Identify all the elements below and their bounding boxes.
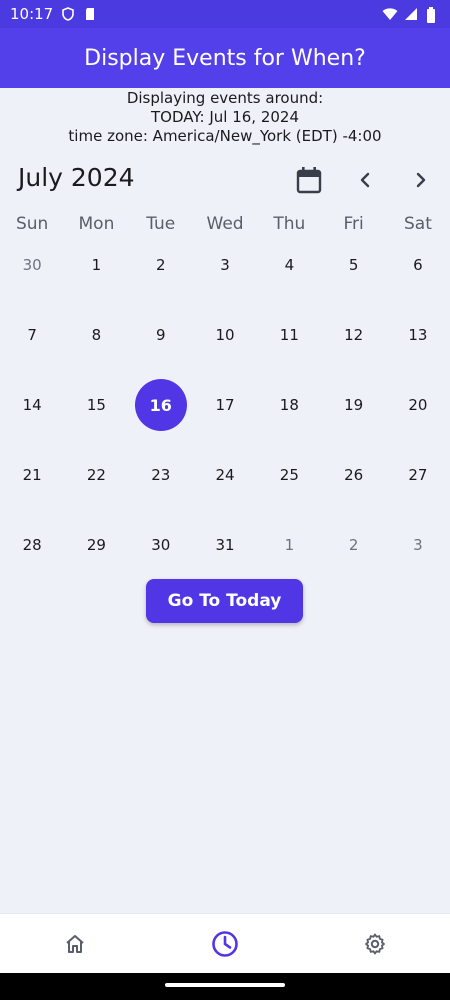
- calendar-day[interactable]: 3: [193, 230, 257, 300]
- wifi-icon: [382, 7, 398, 21]
- calendar-day[interactable]: 22: [64, 440, 128, 510]
- battery-icon: [426, 7, 440, 23]
- home-icon[interactable]: [45, 914, 105, 974]
- calendar-day[interactable]: 3: [386, 510, 450, 580]
- timezone-info: Displaying events around: TODAY: Jul 16,…: [0, 88, 450, 146]
- app-bar: Display Events for When?: [0, 28, 450, 88]
- calendar-day[interactable]: 10: [193, 300, 257, 370]
- status-bar: 10:17: [0, 0, 450, 28]
- calendar-day[interactable]: 17: [193, 370, 257, 440]
- calendar-day[interactable]: 27: [386, 440, 450, 510]
- calendar-day[interactable]: 18: [257, 370, 321, 440]
- gesture-bar: [0, 973, 450, 1000]
- info-line-2: TODAY: Jul 16, 2024: [150, 108, 299, 126]
- chevron-right-icon[interactable]: [408, 167, 434, 193]
- calendar-day[interactable]: 29: [64, 510, 128, 580]
- calendar-day[interactable]: 30: [0, 230, 64, 300]
- calendar-day[interactable]: 6: [386, 230, 450, 300]
- sd-card-icon: [83, 7, 97, 21]
- calendar-day[interactable]: 20: [386, 370, 450, 440]
- signal-icon: [404, 7, 418, 21]
- calendar-day[interactable]: 26: [321, 440, 385, 510]
- clock-icon[interactable]: [195, 914, 255, 974]
- app-title: Display Events for When?: [84, 45, 366, 71]
- calendar-grid: 30 1 2 3 4 5 6 7 8 9 10 11 12 13 14 15 1…: [0, 230, 450, 580]
- calendar-day[interactable]: 7: [0, 300, 64, 370]
- calendar-day[interactable]: 2: [129, 230, 193, 300]
- calendar-icon[interactable]: [294, 165, 324, 195]
- settings-icon[interactable]: [345, 914, 405, 974]
- calendar-day[interactable]: 31: [193, 510, 257, 580]
- calendar-day[interactable]: 19: [321, 370, 385, 440]
- chevron-left-icon[interactable]: [352, 167, 378, 193]
- calendar-day[interactable]: 14: [0, 370, 64, 440]
- calendar-day[interactable]: 9: [129, 300, 193, 370]
- info-line-3: time zone: America/New_York (EDT) -4:00: [68, 127, 382, 145]
- calendar-day[interactable]: 13: [386, 300, 450, 370]
- gesture-handle[interactable]: [165, 983, 285, 987]
- calendar-day[interactable]: 8: [64, 300, 128, 370]
- go-to-today-button[interactable]: Go To Today: [146, 579, 303, 623]
- calendar-day-selected[interactable]: 16: [129, 370, 193, 440]
- calendar-day[interactable]: 25: [257, 440, 321, 510]
- calendar-day[interactable]: 24: [193, 440, 257, 510]
- calendar-day[interactable]: 5: [321, 230, 385, 300]
- calendar-day[interactable]: 1: [64, 230, 128, 300]
- calendar-day[interactable]: 12: [321, 300, 385, 370]
- month-title: July 2024: [18, 163, 135, 192]
- calendar-day[interactable]: 30: [129, 510, 193, 580]
- calendar-day[interactable]: 28: [0, 510, 64, 580]
- calendar-day[interactable]: 2: [321, 510, 385, 580]
- calendar-day[interactable]: 15: [64, 370, 128, 440]
- calendar-day[interactable]: 23: [129, 440, 193, 510]
- calendar-header: July 2024: [0, 160, 450, 202]
- shield-icon: [61, 7, 75, 21]
- calendar-day[interactable]: 11: [257, 300, 321, 370]
- calendar-day[interactable]: 4: [257, 230, 321, 300]
- calendar-day[interactable]: 1: [257, 510, 321, 580]
- bottom-navigation: [0, 913, 450, 974]
- status-time: 10:17: [10, 5, 54, 23]
- calendar-day[interactable]: 21: [0, 440, 64, 510]
- info-line-1: Displaying events around:: [126, 89, 324, 107]
